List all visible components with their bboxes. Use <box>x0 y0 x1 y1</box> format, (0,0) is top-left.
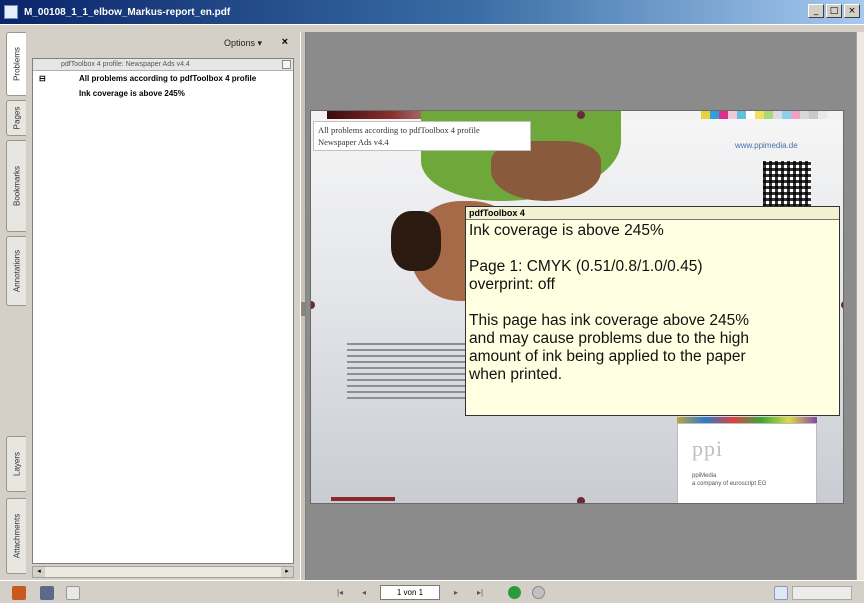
problem-hint-label: All problems according to pdfToolbox 4 p… <box>313 121 531 151</box>
problems-panel: Options ▾ × pdfToolbox 4 profile: Newspa… <box>28 32 298 580</box>
select-tool-icon[interactable] <box>40 586 54 600</box>
tree-header-label: pdfToolbox 4 profile: Newspaper Ads v4.4 <box>61 61 190 68</box>
collapse-icon[interactable] <box>282 60 291 69</box>
scroll-right-icon[interactable]: ▸ <box>281 567 293 577</box>
hint-line: All problems according to pdfToolbox 4 p… <box>318 125 480 135</box>
prev-page-button[interactable]: ◂ <box>358 587 370 598</box>
tab-label: Bookmarks <box>12 165 21 207</box>
tooltip-header: pdfToolbox 4 <box>466 207 839 220</box>
hand-tool-icon[interactable] <box>12 586 26 600</box>
problems-tree: pdfToolbox 4 profile: Newspaper Ads v4.4… <box>32 58 294 564</box>
tree-row-all-problems[interactable]: ⊟ All problems according to pdfToolbox 4… <box>33 71 293 86</box>
tab-label: Pages <box>12 106 21 130</box>
tree-header: pdfToolbox 4 profile: Newspaper Ads v4.4 <box>33 59 293 71</box>
back-icon[interactable] <box>508 586 521 599</box>
tree-row-label: All problems according to pdfToolbox 4 p… <box>79 74 257 83</box>
horizontal-scrollbar[interactable]: ◂ ▸ <box>32 566 294 578</box>
tab-problems[interactable]: Problems <box>6 32 26 96</box>
tab-attachments[interactable]: Attachments <box>6 498 26 574</box>
window-controls: _ □ × <box>808 4 860 18</box>
registration-mark <box>841 301 843 309</box>
tooltip-desc-line: amount of ink being applied to the paper <box>469 348 746 365</box>
status-bar: |◂ ◂ 1 von 1 ▸ ▸| <box>0 580 864 603</box>
panel-header: Options ▾ × <box>28 32 298 54</box>
tab-pages[interactable]: Pages <box>6 100 26 136</box>
registration-mark <box>311 301 315 309</box>
first-page-button[interactable]: |◂ <box>334 587 346 598</box>
tooltip-overprint: overprint: off <box>469 276 555 293</box>
tab-label: Annotations <box>12 249 21 293</box>
page-number-field[interactable]: 1 von 1 <box>380 585 440 600</box>
tooltip-desc-line: and may cause problems due to the high <box>469 330 750 347</box>
title-bar: M_00108_1_1_elbow_Markus-report_en.pdf _… <box>0 0 864 24</box>
problem-tooltip: pdfToolbox 4 Ink coverage is above 245% … <box>465 206 840 416</box>
tab-layers[interactable]: Layers <box>6 436 26 492</box>
scroll-left-icon[interactable]: ◂ <box>33 567 45 577</box>
page-url-text: www.ppimedia.de <box>735 141 798 150</box>
tree-row-label: Ink coverage is above 245% <box>79 89 185 98</box>
tooltip-desc-line: when printed. <box>469 366 563 383</box>
window-title: M_00108_1_1_elbow_Markus-report_en.pdf <box>24 6 231 18</box>
logo-sub-line: ppiMedia <box>692 473 717 479</box>
page-icon[interactable] <box>66 586 80 600</box>
qr-code <box>763 161 811 207</box>
ppi-logo-subtitle: ppiMedia a company of euroscript EG <box>692 472 766 488</box>
hair-shape <box>391 211 441 271</box>
pdf-app-icon <box>4 5 18 19</box>
splitter-grip-icon[interactable] <box>301 302 305 316</box>
next-page-button[interactable]: ▸ <box>450 587 462 598</box>
zoom-field[interactable] <box>792 586 852 600</box>
registration-mark <box>577 497 585 503</box>
ppi-logo: ppi <box>692 436 724 461</box>
forward-icon[interactable] <box>532 586 545 599</box>
last-page-button[interactable]: ▸| <box>474 587 486 598</box>
tab-label: Problems <box>12 47 21 81</box>
tab-annotations[interactable]: Annotations <box>6 236 26 306</box>
tooltip-location: Page 1: CMYK (0.51/0.8/1.0/0.45) <box>469 258 703 275</box>
tree-row-ink-coverage[interactable]: Ink coverage is above 245% <box>33 86 293 101</box>
close-button[interactable]: × <box>844 4 860 18</box>
options-menu-button[interactable]: Options ▾ <box>224 38 262 49</box>
color-swatches <box>701 111 827 119</box>
hint-line: Newspaper Ads v4.4 <box>318 137 389 147</box>
tooltip-body: Ink coverage is above 245% Page 1: CMYK … <box>466 220 839 386</box>
vertical-scrollbar[interactable] <box>856 32 864 580</box>
panel-close-button[interactable]: × <box>282 36 288 48</box>
expand-icon[interactable]: ⊟ <box>39 71 46 86</box>
tab-label: Attachments <box>12 513 21 559</box>
tab-label: Layers <box>12 451 21 477</box>
zoom-icon[interactable] <box>774 586 788 600</box>
page-footer-bar <box>331 497 395 501</box>
navigation-tabs: Problems Pages Bookmarks Annotations Lay… <box>4 32 26 574</box>
logo-sub-line: a company of euroscript EG <box>692 481 767 487</box>
ppi-logo-box: ppi ppiMedia a company of euroscript EG <box>677 423 817 503</box>
tab-bookmarks[interactable]: Bookmarks <box>6 140 26 232</box>
registration-mark <box>577 111 585 119</box>
tooltip-desc-line: This page has ink coverage above 245% <box>469 312 750 329</box>
minimize-button[interactable]: _ <box>808 4 824 18</box>
tooltip-title: Ink coverage is above 245% <box>469 222 664 239</box>
maximize-button[interactable]: □ <box>826 4 842 18</box>
